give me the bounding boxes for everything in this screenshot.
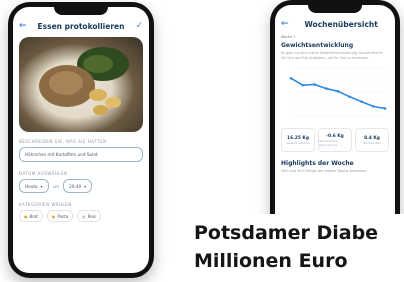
stat-label: Bis zum Ziel	[363, 140, 381, 145]
date-value: Heute	[25, 183, 38, 189]
describe-input[interactable]: Hähnchen mit Kartoffeln und Salat	[19, 147, 143, 162]
phone-right: ← Wochenübersicht Woche 1 Gewichtsentwic…	[270, 0, 400, 240]
weight-point	[324, 87, 328, 90]
category-chip-reis[interactable]: ● Reis	[77, 210, 101, 222]
weight-point	[313, 83, 316, 86]
describe-label: BESCHREIBEN SIE, WAS SIE HATTEN	[19, 139, 107, 144]
weight-point	[348, 95, 352, 99]
weight-point	[383, 107, 387, 110]
checkmark-icon[interactable]: ✓	[135, 21, 143, 31]
chip-label: Pasta	[57, 213, 69, 219]
food-potato	[89, 89, 107, 101]
food-photo	[19, 37, 143, 132]
chevron-down-icon: ▾	[84, 183, 87, 189]
pasta-icon: ●	[51, 213, 56, 219]
date-time-row: Heute ▾ um 20:40 ▾	[19, 179, 143, 193]
weight-chart	[289, 67, 387, 117]
week-label: Woche 1	[281, 35, 296, 39]
stat-weekly-change: -0.6 Kg Wöchentliche Veränderung	[318, 128, 352, 152]
time-select[interactable]: 20:40 ▾	[63, 179, 93, 193]
stat-to-goal: 8.4 Kg Bis zum Ziel	[355, 128, 389, 152]
category-chips: ● Brot ● Pasta ● Reis	[19, 210, 143, 222]
rice-icon: ●	[82, 213, 86, 219]
page-title: Wochenübersicht	[304, 19, 378, 29]
food-chicken-2	[49, 71, 83, 95]
weight-stats: 16.25 Kg Gesamt verloren -0.6 Kg Wöchentli…	[281, 128, 389, 152]
stat-total-lost: 16.25 Kg Gesamt verloren	[281, 128, 315, 152]
date-select[interactable]: Heute ▾	[19, 179, 49, 193]
food-potato-3	[93, 105, 108, 115]
date-label: DATUM AUSWÄHLEN	[19, 171, 68, 176]
highlights-title: Highlights der Woche	[281, 160, 354, 167]
food-potato-2	[105, 97, 121, 108]
weight-point	[371, 105, 375, 108]
food-greens-2	[83, 55, 113, 73]
highlights-text: Hier sind Ihre Erfolge der letzten Woche…	[281, 169, 367, 173]
weight-point	[336, 90, 340, 93]
headline-banner: Potsdamer Diabe Millionen Euro	[189, 214, 404, 282]
date-separator: um	[52, 183, 60, 189]
headline-line-1: Potsdamer Diabe	[194, 222, 379, 244]
page-title: Essen protokollieren	[37, 21, 125, 31]
weight-point	[289, 76, 293, 80]
category-chip-brot[interactable]: ● Brot	[19, 210, 43, 222]
category-label: KATEGORIEN WÄHLEN	[19, 202, 72, 207]
back-arrow-icon[interactable]: ←	[19, 21, 27, 31]
stat-label: Gesamt verloren	[286, 140, 310, 145]
phone-left: ← Essen protokollieren ✓ BESCHREIBEN SIE…	[8, 2, 154, 278]
bread-icon: ●	[24, 213, 28, 219]
chevron-down-icon: ▾	[40, 183, 43, 189]
weekly-overview-header: ← Wochenübersicht	[275, 13, 395, 35]
chip-label: Brot	[29, 213, 38, 219]
time-value: 20:40	[69, 183, 82, 189]
chip-label: Reis	[87, 213, 96, 219]
phone-left-screen: ← Essen protokollieren ✓ BESCHREIBEN SIE…	[13, 7, 149, 273]
back-arrow-icon[interactable]: ←	[281, 19, 289, 29]
weight-section-title: Gewichtsentwicklung	[281, 42, 354, 49]
headline-line-2: Millionen Euro	[194, 250, 348, 272]
weight-point	[301, 83, 305, 87]
phone-notch	[308, 5, 362, 13]
log-food-header: ← Essen protokollieren ✓	[13, 15, 149, 37]
weight-section-text: Es gab nur eine kleine Gewichtsveränderu…	[281, 51, 383, 60]
stat-label: Wöchentliche Veränderung	[319, 138, 338, 147]
weight-point	[360, 100, 363, 103]
category-chip-pasta[interactable]: ● Pasta	[46, 210, 74, 222]
phone-right-screen: ← Wochenübersicht Woche 1 Gewichtsentwic…	[275, 5, 395, 235]
phone-notch	[54, 7, 108, 15]
